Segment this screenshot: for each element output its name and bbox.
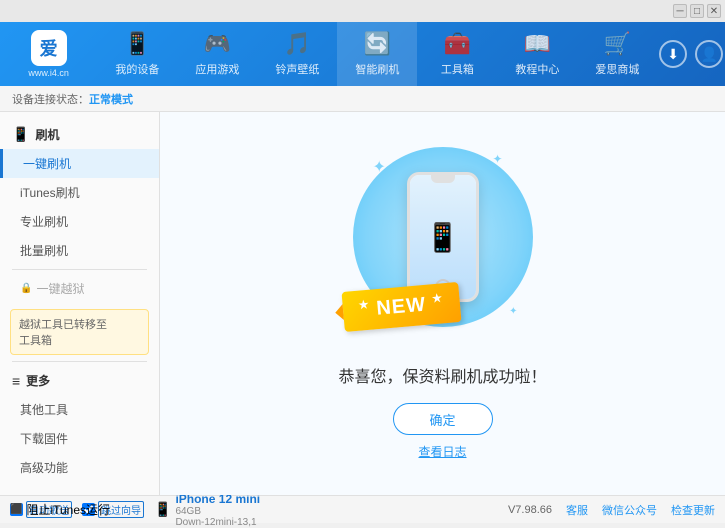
logo-text: www.i4.cn (28, 68, 69, 78)
sparkle-3: ✦ (509, 306, 517, 317)
download-icon[interactable]: ⬇ (659, 40, 687, 68)
sidebar-item-advanced[interactable]: 高级功能 (0, 453, 159, 482)
new-star-left: ★ (358, 299, 370, 312)
sidebar-item-onekey[interactable]: 一键刷机 (0, 149, 159, 178)
device-version: Down-12mini-13,1 (175, 517, 260, 528)
nav-item-tutorial[interactable]: 📖 教程中心 (497, 22, 577, 86)
content-area: ✦ ✦ ✦ 📱 ★ NEW ★ 恭喜您，保资料刷机成功啦！ 确定 查看日志 (160, 112, 725, 495)
user-icon[interactable]: 👤 (695, 40, 723, 68)
itunes-status-label: 阻止iTunes运行 (26, 501, 110, 518)
phone-illustration: ✦ ✦ ✦ 📱 ★ NEW ★ (353, 147, 533, 347)
mydevice-icon: 📱 (124, 31, 151, 57)
phone-notch (431, 175, 455, 183)
nav-item-apps[interactable]: 🎮 应用游戏 (177, 22, 257, 86)
nav-label-store: 爱思商城 (595, 61, 639, 77)
status-bar: 设备连接状态： 正常模式 (0, 86, 725, 112)
tutorial-icon: 📖 (524, 31, 551, 57)
status-value: 正常模式 (89, 91, 133, 107)
new-star-right: ★ (431, 293, 443, 306)
nav-label-apps: 应用游戏 (195, 61, 239, 77)
logo-letter: 爱 (40, 35, 58, 61)
notice-text: 越狱工具已转移至工具箱 (19, 319, 107, 347)
device-icon: 📱 (154, 501, 171, 518)
sidebar: 📱 刷机 一键刷机 iTunes刷机 专业刷机 批量刷机 🔒 一键越狱 越狱工具… (0, 112, 160, 495)
nav-label-toolbox: 工具箱 (441, 61, 474, 77)
toolbox-icon: 🧰 (444, 31, 471, 57)
close-button[interactable]: ✕ (707, 4, 721, 18)
device-capacity: 64GB (175, 506, 260, 517)
sidebar-item-other[interactable]: 其他工具 (0, 395, 159, 424)
new-badge-text: NEW (375, 294, 426, 320)
sidebar-notice: 越狱工具已转移至工具箱 (10, 309, 149, 355)
flash-section-icon: 📱 (12, 126, 29, 143)
maximize-button[interactable]: □ (690, 4, 704, 18)
more-section-icon: ≡ (12, 373, 20, 389)
sidebar-item-firmware[interactable]: 下载固件 (0, 424, 159, 453)
sidebar-section-flash: 📱 刷机 (0, 120, 159, 149)
apps-icon: 🎮 (204, 31, 231, 57)
nav-label-tutorial: 教程中心 (515, 61, 559, 77)
logo-area: 爱 www.i4.cn (0, 30, 97, 78)
sidebar-divider1 (12, 269, 147, 270)
sparkle-1: ✦ (373, 157, 386, 177)
ringtone-icon: 🎵 (284, 31, 311, 57)
minimize-button[interactable]: ─ (673, 4, 687, 18)
nav-item-toolbox[interactable]: 🧰 工具箱 (417, 22, 497, 86)
sidebar-divider2 (12, 361, 147, 362)
sparkle-2: ✦ (492, 152, 502, 166)
header: 爱 www.i4.cn 📱 我的设备 🎮 应用游戏 🎵 铃声壁纸 🔄 智能刷机 … (0, 22, 725, 86)
nav-item-mydevice[interactable]: 📱 我的设备 (97, 22, 177, 86)
flash-icon: 🔄 (364, 31, 391, 57)
nav-item-flash[interactable]: 🔄 智能刷机 (337, 22, 417, 86)
success-text: 恭喜您，保资料刷机成功啦！ (338, 363, 546, 387)
bottom-right: V7.98.66 客服 微信公众号 检查更新 (508, 502, 715, 518)
title-bar: ─ □ ✕ (0, 0, 725, 22)
sidebar-item-itunes[interactable]: iTunes刷机 (0, 178, 159, 207)
sidebar-item-pro[interactable]: 专业刷机 (0, 207, 159, 236)
service-link[interactable]: 客服 (566, 502, 588, 518)
confirm-button[interactable]: 确定 (393, 403, 493, 435)
sidebar-section1-label: 刷机 (35, 126, 59, 143)
main-layout: 📱 刷机 一键刷机 iTunes刷机 专业刷机 批量刷机 🔒 一键越狱 越狱工具… (0, 112, 725, 495)
header-right: ⬇ 👤 (657, 40, 725, 68)
lock-icon: 🔒 (20, 283, 32, 294)
nav-label-ringtone: 铃声壁纸 (275, 61, 319, 77)
nav-label-mydevice: 我的设备 (115, 61, 159, 77)
sidebar-section-more: ≡ 更多 (0, 366, 159, 395)
status-prefix: 设备连接状态： (12, 91, 89, 107)
app-version: V7.98.66 (508, 504, 552, 516)
wechat-link[interactable]: 微信公众号 (602, 502, 657, 518)
update-link[interactable]: 检查更新 (671, 502, 715, 518)
device-info: iPhone 12 mini 64GB Down-12mini-13,1 (175, 492, 260, 528)
sidebar-item-batch[interactable]: 批量刷机 (0, 236, 159, 265)
nav-items: 📱 我的设备 🎮 应用游戏 🎵 铃声壁纸 🔄 智能刷机 🧰 工具箱 📖 教程中心… (97, 22, 657, 86)
nav-item-ringtone[interactable]: 🎵 铃声壁纸 (257, 22, 337, 86)
nav-label-flash: 智能刷机 (355, 61, 399, 77)
sidebar-item-jailbreak: 🔒 一键越狱 (0, 274, 159, 303)
itunes-status-area: ⬛ 阻止iTunes运行 (10, 495, 110, 523)
nav-item-store[interactable]: 🛒 爱思商城 (577, 22, 657, 86)
today-log-link[interactable]: 查看日志 (418, 443, 466, 460)
stop-icon: ⬛ (10, 504, 22, 515)
logo-icon: 爱 (31, 30, 67, 66)
store-icon: 🛒 (604, 31, 631, 57)
sidebar-section2-label: 更多 (26, 372, 50, 389)
jailbreak-label: 一键越狱 (36, 280, 84, 297)
